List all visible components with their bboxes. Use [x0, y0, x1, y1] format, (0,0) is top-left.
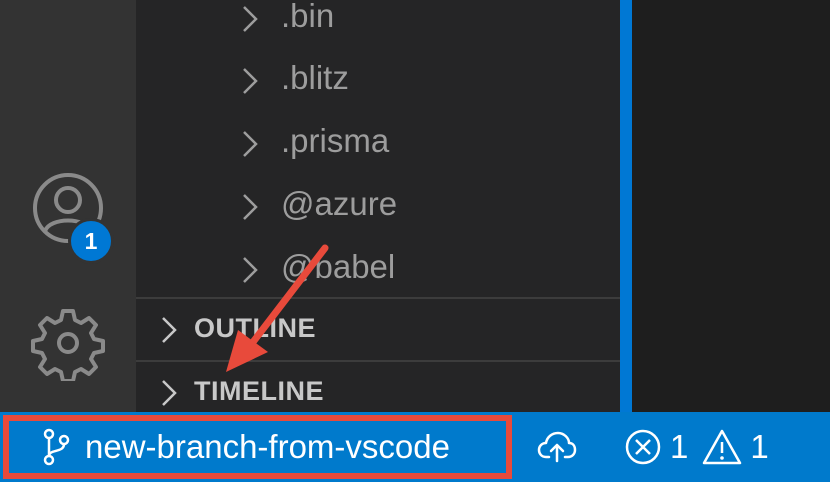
warning-count: 1	[750, 428, 769, 465]
folder-item[interactable]: .prisma	[136, 111, 620, 171]
status-bar: new-branch-from-vscode 1 1	[0, 412, 830, 482]
branch-status-item[interactable]: new-branch-from-vscode	[3, 415, 512, 479]
folder-label: @babel	[281, 248, 396, 285]
error-icon	[625, 429, 661, 465]
gear-icon	[31, 309, 105, 381]
branch-name: new-branch-from-vscode	[85, 428, 450, 465]
cloud-upload-icon[interactable]	[537, 430, 577, 464]
folder-item[interactable]: @babel	[136, 237, 620, 297]
accounts-badge: 1	[68, 218, 114, 264]
outline-section-header[interactable]: OUTLINE	[136, 297, 620, 357]
folder-label: .prisma	[281, 122, 390, 159]
folder-item[interactable]: @azure	[136, 174, 620, 234]
problems-status-item[interactable]: 1 1	[624, 412, 783, 482]
folder-label: .blitz	[281, 59, 349, 96]
folder-item[interactable]: .blitz	[136, 48, 620, 108]
chevron-right-icon	[162, 380, 177, 406]
explorer-sidebar: .bin .blitz .prisma @azure @babel OUTLIN…	[136, 0, 620, 412]
chevron-right-icon	[243, 194, 258, 220]
chevron-right-icon	[243, 257, 258, 283]
chevron-right-icon	[243, 131, 258, 157]
manage-button[interactable]	[0, 305, 136, 395]
folder-label: @azure	[281, 185, 398, 222]
warning-icon	[703, 429, 742, 465]
chevron-right-icon	[162, 317, 177, 343]
timeline-section-header[interactable]: TIMELINE	[136, 360, 620, 420]
chevron-right-icon	[243, 68, 258, 94]
editor-area	[632, 0, 830, 412]
chevron-right-icon	[243, 6, 258, 32]
activity-bar: 1	[0, 0, 136, 412]
error-count: 1	[670, 428, 689, 465]
folder-item[interactable]: .bin	[136, 0, 620, 46]
folder-label: .bin	[281, 0, 335, 34]
outline-label: OUTLINE	[194, 313, 316, 343]
git-branch-icon	[41, 427, 71, 467]
sash-focus-border	[620, 0, 632, 412]
